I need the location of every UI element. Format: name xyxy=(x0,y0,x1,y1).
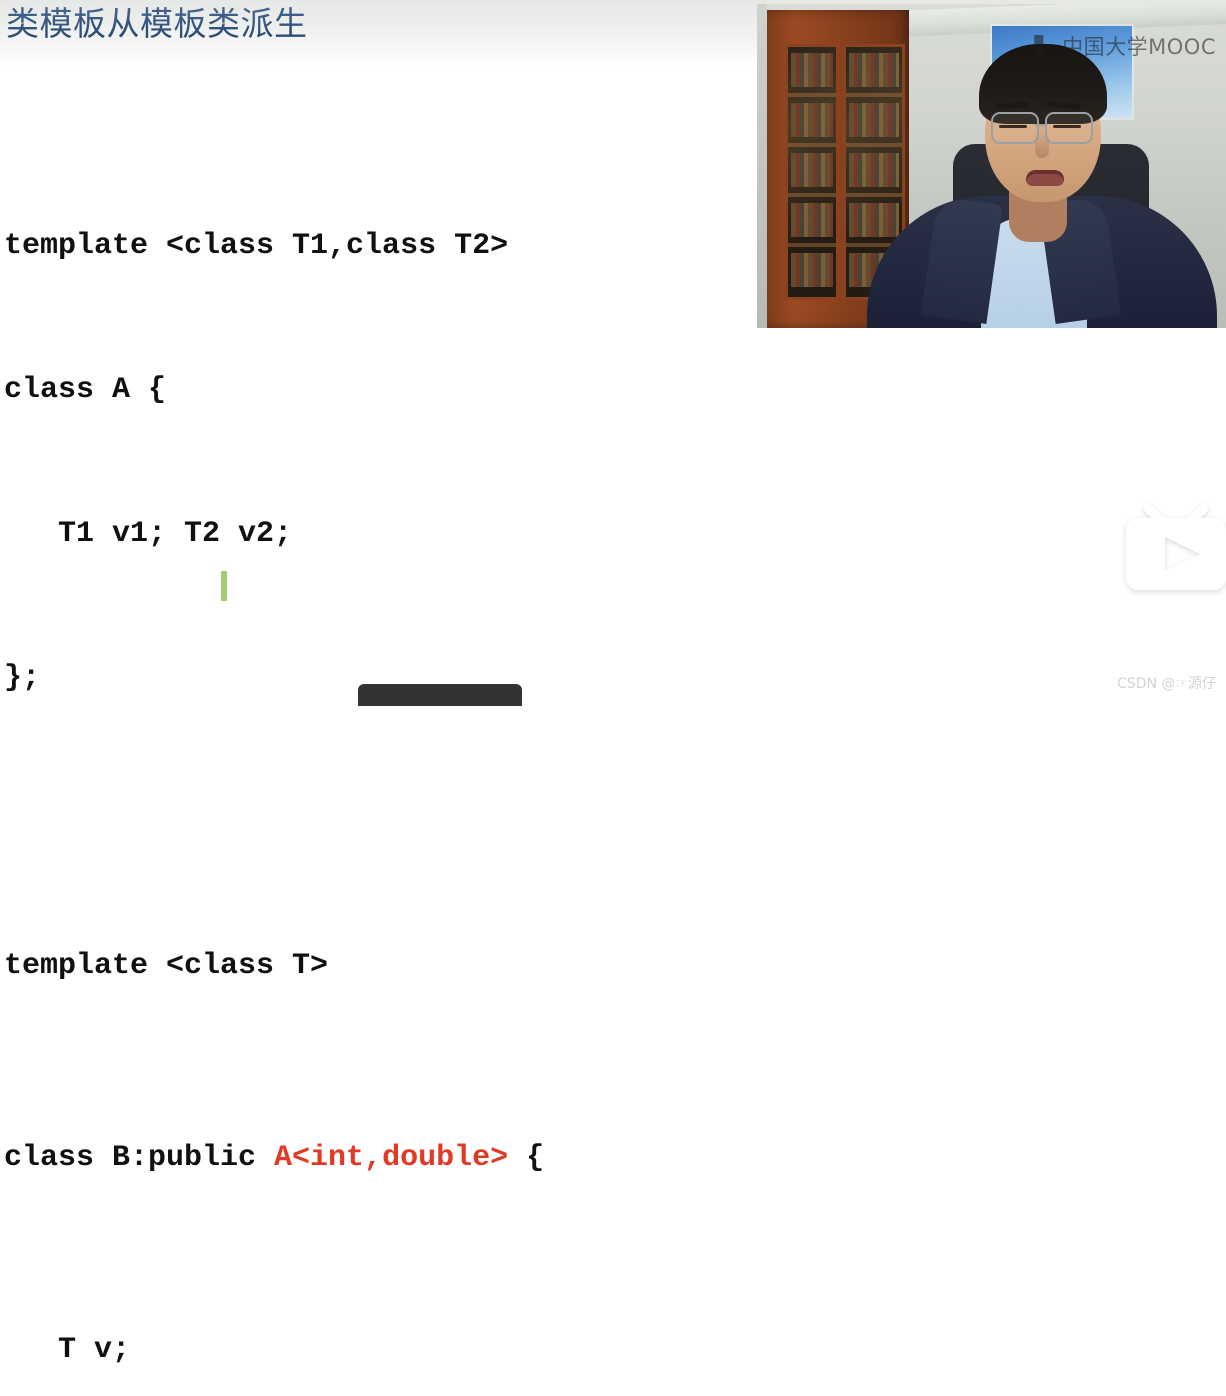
mooc-logo-icon xyxy=(1034,35,1044,57)
video-eye-left xyxy=(999,125,1027,128)
csdn-credit: CSDN @☞源仔 xyxy=(1117,676,1216,692)
video-glasses-lens-right xyxy=(1045,112,1093,144)
mooc-watermark: 中国大学MOOC xyxy=(1034,31,1216,61)
code-line-7-prefix: class B:public xyxy=(4,1141,275,1175)
slide-canvas: 类模板从模板类派生 template <class T1,class T2> c… xyxy=(0,0,1226,1367)
code-line-2: class A { xyxy=(4,373,167,407)
video-nose xyxy=(1035,132,1049,158)
code-line-6: template <class T> xyxy=(4,949,329,983)
code-line-3: T1 v1; T2 v2; xyxy=(4,517,293,551)
video-glasses-bridge xyxy=(1035,124,1047,126)
mooc-watermark-label: 中国大学MOOC xyxy=(1062,35,1216,59)
code-line-7-suffix: { xyxy=(508,1141,545,1175)
code-line-7: class B:public A<int,double> { xyxy=(4,1134,1012,1182)
tv-play-watermark-icon xyxy=(1126,503,1226,590)
video-mouth xyxy=(1026,170,1064,186)
video-bookcase-door-left xyxy=(785,44,839,300)
video-glasses-lens-left xyxy=(991,112,1039,144)
code-line-8: T v; xyxy=(4,1333,131,1367)
video-eye-right xyxy=(1053,125,1081,128)
presenter-video[interactable]: 中国大学MOOC xyxy=(757,4,1226,328)
code-line-7-base-class: A<int,double> xyxy=(274,1141,509,1175)
video-control-bar[interactable] xyxy=(358,684,522,706)
text-caret xyxy=(221,571,227,601)
page-title: 类模板从模板类派生 xyxy=(6,2,308,46)
video-wall-edge xyxy=(757,4,767,328)
